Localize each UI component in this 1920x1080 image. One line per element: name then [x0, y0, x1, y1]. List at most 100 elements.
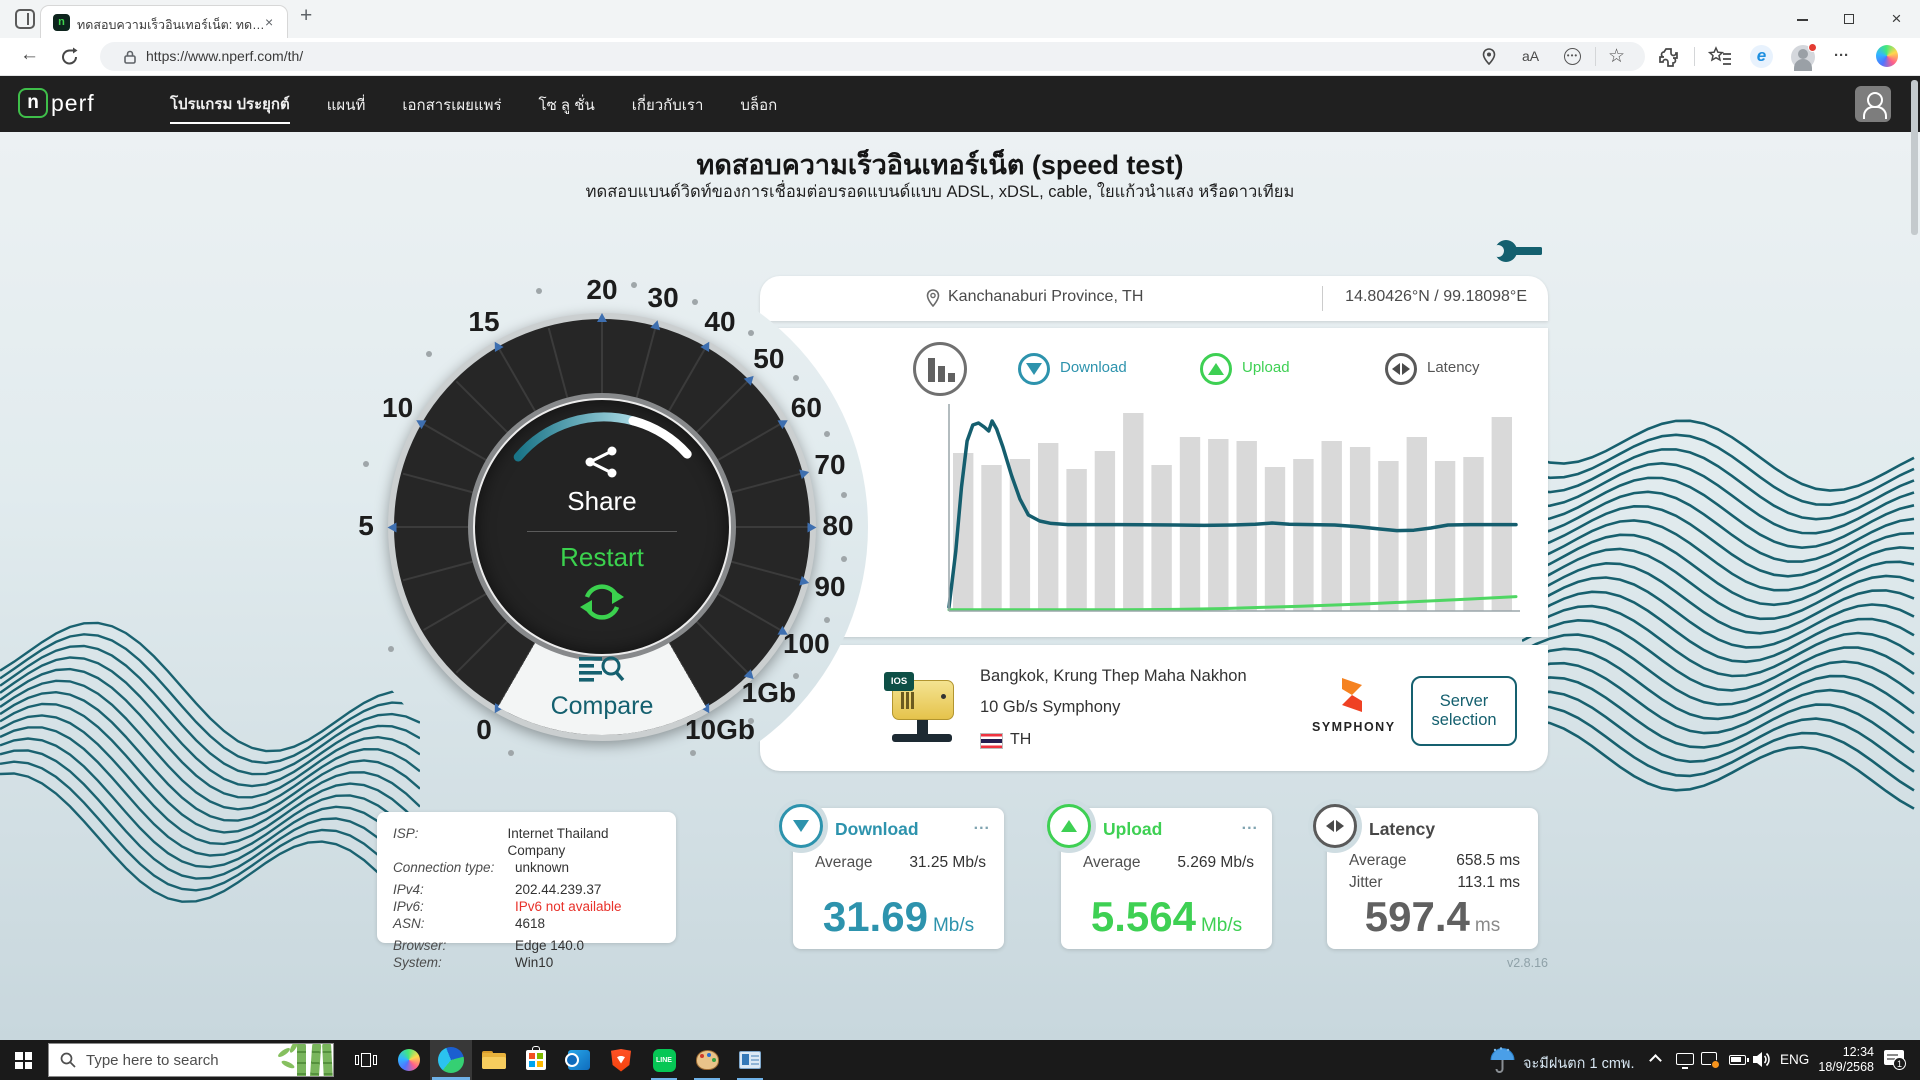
taskbar-outlook-icon[interactable] — [558, 1040, 600, 1080]
nav-item-solutions[interactable]: โซ ลู ชั่น — [539, 85, 595, 123]
taskbar-brave-icon[interactable] — [600, 1040, 642, 1080]
latency-result-card: Latency Average 658.5 ms Jitter 113.1 ms… — [1313, 804, 1538, 949]
pill-divider — [1595, 47, 1596, 66]
download-unit: Mb/s — [932, 915, 975, 936]
isp-value: Internet Thailand Company — [507, 826, 609, 858]
close-button[interactable]: × — [1873, 0, 1920, 38]
taskbar-store-icon[interactable] — [515, 1040, 557, 1080]
browser-value: Edge 140.0 — [515, 938, 585, 953]
download-legend-icon[interactable] — [1018, 353, 1050, 385]
back-button[interactable]: ← — [20, 44, 39, 66]
upload-legend-icon[interactable] — [1200, 353, 1232, 385]
tab-close-icon[interactable]: × — [265, 14, 273, 30]
new-tab-button[interactable]: + — [300, 4, 312, 28]
upload-legend-label[interactable]: Upload — [1242, 359, 1290, 376]
chart-type-icon[interactable] — [913, 342, 967, 396]
browser-label: Browser: — [393, 938, 447, 953]
live-chart-svg — [947, 404, 1520, 612]
account-button[interactable] — [1855, 86, 1891, 122]
tray-volume-icon[interactable] — [1753, 1051, 1772, 1068]
extensions-icon[interactable] — [1658, 47, 1679, 68]
gauge-progress-arc — [513, 412, 692, 462]
minimize-button[interactable] — [1779, 0, 1826, 38]
task-view-button[interactable] — [345, 1040, 387, 1080]
taskbar-copilot-icon[interactable] — [388, 1040, 430, 1080]
compare-icon — [579, 656, 625, 682]
nperf-logo[interactable]: n perf — [18, 88, 95, 118]
provider-logo: SYMPHONY — [1312, 678, 1396, 734]
latency-legend-label[interactable]: Latency — [1427, 359, 1480, 376]
location-permission-icon[interactable] — [1482, 48, 1496, 65]
gauge-dot — [507, 750, 514, 757]
latency-legend-icon[interactable] — [1385, 353, 1417, 385]
nperf-logo-text: perf — [51, 89, 95, 116]
ipv4-value: 202.44.239.37 — [515, 882, 602, 897]
taskbar-presentation-icon[interactable] — [729, 1040, 771, 1080]
nav-item-about[interactable]: เกี่ยวกับเรา — [632, 85, 704, 123]
ipv6-label: IPv6: — [393, 899, 424, 914]
server-badge: IOS — [884, 672, 914, 691]
search-input[interactable]: Type here to search — [48, 1043, 334, 1077]
ie-mode-icon[interactable]: e — [1750, 45, 1773, 68]
provider-logo-text: SYMPHONY — [1312, 720, 1396, 734]
compare-button[interactable]: Compare — [527, 655, 677, 721]
taskbar-paint-icon[interactable] — [686, 1040, 728, 1080]
taskbar-line-icon[interactable]: LINE — [643, 1040, 685, 1080]
gauge-dot — [690, 750, 697, 757]
browser-tab[interactable]: n ทดสอบความเร็วอินเทอร์เน็ต: ทดสอบกา × — [40, 5, 288, 38]
bamboo-decoration — [259, 1044, 333, 1076]
language-indicator[interactable]: ENG — [1780, 1052, 1809, 1067]
url-text[interactable]: https://www.nperf.com/th/ — [146, 48, 303, 64]
translate-icon[interactable]: aA — [1522, 48, 1539, 64]
download-average-label: Average — [815, 854, 873, 871]
nav-item-publications[interactable]: เอกสารเผยแพร่ — [402, 85, 501, 123]
scrollbar-thumb[interactable] — [1911, 80, 1918, 235]
gauge-dot — [840, 555, 847, 562]
tray-display-icon[interactable] — [1676, 1053, 1694, 1069]
map-pin-icon — [926, 289, 940, 307]
nperf-favicon-icon: n — [53, 14, 70, 31]
nav-item-map[interactable]: แผนที่ — [327, 85, 366, 123]
latency-value: 597.4 — [1364, 893, 1470, 940]
server-country: TH — [1010, 731, 1032, 748]
tray-time: 12:34 — [1842, 1045, 1874, 1059]
upload-unit: Mb/s — [1200, 915, 1243, 936]
nav-item-apps[interactable]: โปรแกรม ประยุกต์ — [170, 84, 290, 124]
download-menu-button[interactable]: ... — [974, 816, 990, 834]
connection-type-value: unknown — [515, 860, 570, 875]
tray-clock[interactable]: 12:34 18/9/2568 — [1812, 1045, 1874, 1075]
action-center-icon[interactable]: 1 — [1884, 1050, 1906, 1070]
gauge-dot — [363, 460, 370, 467]
upload-menu-button[interactable]: ... — [1242, 816, 1258, 834]
maximize-icon — [1844, 14, 1854, 24]
address-bar[interactable]: https://www.nperf.com/th/ aA ••• ☆ — [100, 42, 1645, 71]
copilot-icon[interactable] — [1876, 45, 1898, 67]
tab-actions-icon[interactable] — [15, 9, 35, 29]
reader-more-icon[interactable]: ••• — [1564, 48, 1581, 65]
browser-toolbar: ← https://www.nperf.com/th/ aA ••• ☆ e ·… — [0, 38, 1920, 76]
refresh-icon[interactable] — [60, 47, 80, 67]
server-selection-button[interactable]: Server selection — [1411, 676, 1517, 746]
upload-card-title: Upload — [1103, 819, 1163, 839]
tray-expand-icon[interactable] — [1649, 1054, 1662, 1067]
start-button[interactable] — [0, 1040, 48, 1080]
taskbar-edge-icon[interactable] — [430, 1040, 472, 1080]
nav-item-blog[interactable]: บล็อก — [740, 85, 777, 123]
latency-jitter-value: 113.1 ms — [1457, 874, 1520, 891]
tray-battery-icon[interactable] — [1729, 1055, 1749, 1065]
gauge-center: Share Restart — [473, 398, 731, 656]
weather-text[interactable]: จะมีฝนตก 1 cmพ. — [1523, 1052, 1634, 1075]
profile-avatar[interactable] — [1791, 43, 1817, 71]
settings-wrench-icon[interactable] — [1494, 238, 1544, 264]
taskbar-file-explorer-icon[interactable] — [473, 1040, 515, 1080]
download-legend-label[interactable]: Download — [1060, 359, 1127, 376]
weather-umbrella-icon[interactable] — [1489, 1047, 1516, 1074]
maximize-button[interactable] — [1826, 0, 1873, 38]
favorites-bar-icon[interactable] — [1708, 46, 1732, 68]
favorite-star-icon[interactable]: ☆ — [1608, 45, 1625, 68]
gauge-scale-label: 15 — [468, 305, 500, 337]
settings-menu-icon[interactable]: ··· — [1834, 47, 1849, 64]
wave-decoration-right — [1521, 362, 1920, 1040]
minimize-icon — [1797, 19, 1808, 21]
gauge-dot — [426, 351, 433, 358]
